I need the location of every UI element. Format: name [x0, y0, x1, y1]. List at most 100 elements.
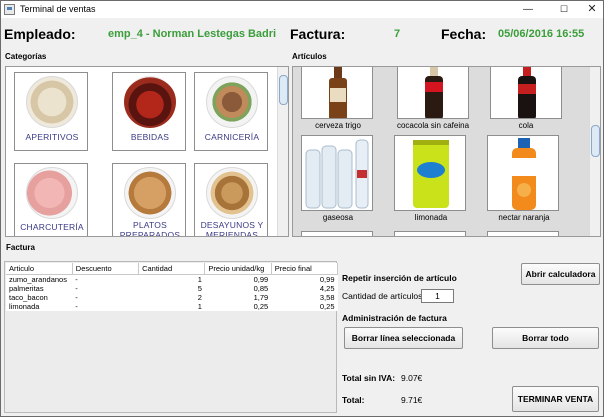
table-row[interactable]: limonada - 1 0,25 0,25 [6, 302, 338, 311]
category-tile-aperitivos[interactable]: APERITIVOS [14, 72, 88, 151]
repetir-insercion-label: Repetir inserción de artículo [342, 273, 457, 283]
category-tile-bebidas[interactable]: BEBIDAS [112, 72, 186, 151]
total-value: 9.71€ [401, 395, 423, 405]
borrar-todo-button[interactable]: Borrar todo [492, 327, 599, 349]
factura-label: Factura: [290, 26, 346, 42]
carniceria-image [206, 76, 258, 128]
window-title: Terminal de ventas [20, 4, 96, 14]
factura-number: 7 [394, 28, 401, 40]
articulos-label: Artículos [292, 52, 327, 61]
column-header-precio-unidad[interactable]: Precio unidad/kg [204, 263, 272, 275]
cell-cantidad: 1 [138, 274, 205, 284]
cell-descuento: - [72, 274, 139, 284]
administracion-factura-label: Administración de factura [342, 313, 447, 323]
cell-precio-final: 0,99 [271, 274, 338, 284]
cell-cantidad: 2 [138, 293, 205, 302]
invoice-table-header: Articulo Descuento Cantidad Precio unida… [6, 263, 339, 275]
invoice-controls: Abrir calculadora Repetir inserción de a… [339, 241, 603, 416]
article-tile-partial[interactable] [487, 231, 559, 236]
limonada-can-icon [413, 140, 449, 208]
app-icon [4, 4, 15, 15]
article-tile-cocacola-sin-cafeina[interactable] [397, 67, 469, 119]
invoice-table-panel: Articulo Descuento Cantidad Precio unida… [4, 261, 339, 413]
empleado-value: emp_4 - Norman Lestegas Badri [108, 28, 277, 40]
table-row[interactable]: zumo_arandanos - 1 0,99 0,99 [6, 274, 338, 284]
category-label: BEBIDAS [130, 132, 170, 142]
cell-articulo: palmeritas [6, 284, 73, 293]
category-label: APERITIVOS [25, 132, 79, 142]
desayunos-image [206, 167, 258, 219]
cell-precio-unidad: 1,79 [204, 293, 272, 302]
cell-descuento: - [72, 293, 139, 302]
cell-articulo: taco_bacon [6, 293, 73, 302]
article-label: gaseosa [322, 213, 354, 222]
cantidad-articulos-input[interactable]: 1 [421, 289, 454, 303]
column-header-precio-final[interactable]: Precio final [271, 263, 339, 275]
bebidas-image [124, 76, 176, 128]
nectar-naranja-bottle-icon [512, 138, 536, 210]
article-tile-nectar-naranja[interactable] [487, 135, 559, 211]
total-sin-iva-value: 9.07€ [401, 373, 423, 383]
header-bar: Empleado: emp_4 - Norman Lestegas Badri … [1, 18, 603, 48]
borrar-linea-button[interactable]: Borrar línea seleccionada [344, 327, 463, 349]
articles-scrollbar[interactable] [589, 67, 600, 236]
cerveza-trigo-bottle-icon [329, 67, 347, 118]
table-row[interactable]: taco_bacon - 2 1,79 3,58 [6, 293, 338, 302]
categories-scrollbar[interactable] [277, 67, 288, 236]
article-label: cerveza trigo [315, 121, 361, 130]
category-tile-desayunos[interactable]: DESAYUNOS Y MERIENDAS [194, 163, 268, 237]
platos-preparados-image [124, 167, 176, 219]
title-bar: Terminal de ventas — ☐ ✕ [1, 1, 603, 18]
article-tile-gaseosa[interactable] [301, 135, 373, 211]
categories-panel: APERITIVOS BEBIDAS CARNICERÍA CHARCUTERÍ… [5, 66, 289, 237]
maximize-icon[interactable]: ☐ [549, 1, 579, 18]
terminar-venta-button[interactable]: TERMINAR VENTA [512, 386, 599, 412]
cell-precio-unidad: 0,99 [204, 274, 272, 284]
total-sin-iva-label: Total sin IVA: [342, 373, 396, 383]
table-row[interactable]: palmeritas - 5 0,85 4,25 [6, 284, 338, 293]
aperitivos-image [26, 76, 78, 128]
column-header-articulo[interactable]: Articulo [6, 263, 73, 275]
invoice-table: Articulo Descuento Cantidad Precio unida… [6, 263, 339, 311]
article-label: nectar naranja [498, 213, 550, 222]
cell-articulo: zumo_arandanos [6, 274, 73, 284]
category-label: DESAYUNOS Y MERIENDAS [200, 220, 264, 237]
article-tile-limonada[interactable] [394, 135, 466, 211]
category-label: CARNICERÍA [204, 132, 260, 142]
cell-precio-unidad: 0,85 [204, 284, 272, 293]
articles-panel: cerveza trigo cocacola sin cafeina cola [292, 66, 601, 237]
cell-descuento: - [72, 302, 139, 311]
column-header-cantidad[interactable]: Cantidad [138, 263, 206, 275]
abrir-calculadora-button[interactable]: Abrir calculadora [521, 263, 600, 285]
column-header-descuento[interactable]: Descuento [72, 263, 140, 275]
article-tile-partial[interactable] [394, 231, 466, 236]
category-tile-charcuteria[interactable]: CHARCUTERÍA [14, 163, 88, 236]
article-tile-cerveza-trigo[interactable] [301, 67, 373, 119]
cell-descuento: - [72, 284, 139, 293]
article-label: cocacola sin cafeina [396, 121, 470, 130]
categories-scroll-thumb[interactable] [279, 75, 288, 105]
article-label: limonada [414, 213, 448, 222]
cell-precio-final: 4,25 [271, 284, 338, 293]
articles-scroll-thumb[interactable] [591, 125, 600, 157]
cocacola-sin-cafeina-bottle-icon [425, 67, 443, 118]
categorias-label: Categorías [5, 52, 47, 61]
cell-precio-final: 3,58 [271, 293, 338, 302]
cell-precio-final: 0,25 [271, 302, 338, 311]
factura-section-label: Factura [6, 243, 35, 252]
close-icon[interactable]: ✕ [577, 1, 604, 18]
sales-terminal-window: Terminal de ventas — ☐ ✕ Empleado: emp_4… [0, 0, 604, 417]
cell-cantidad: 5 [138, 284, 205, 293]
cantidad-articulos-label: Cantidad de artículos: [342, 291, 425, 301]
cola-bottle-icon [518, 67, 536, 118]
article-tile-partial[interactable] [301, 231, 373, 236]
total-label: Total: [342, 395, 365, 405]
article-label: cola [518, 121, 534, 130]
cell-articulo: limonada [6, 302, 73, 311]
category-tile-platos-preparados[interactable]: PLATOS PREPARADOS [112, 163, 186, 236]
fecha-label: Fecha: [441, 26, 487, 42]
article-tile-cola[interactable] [490, 67, 562, 119]
minimize-icon[interactable]: — [513, 1, 543, 18]
category-tile-carniceria[interactable]: CARNICERÍA [194, 72, 268, 151]
charcuteria-image [26, 167, 78, 219]
